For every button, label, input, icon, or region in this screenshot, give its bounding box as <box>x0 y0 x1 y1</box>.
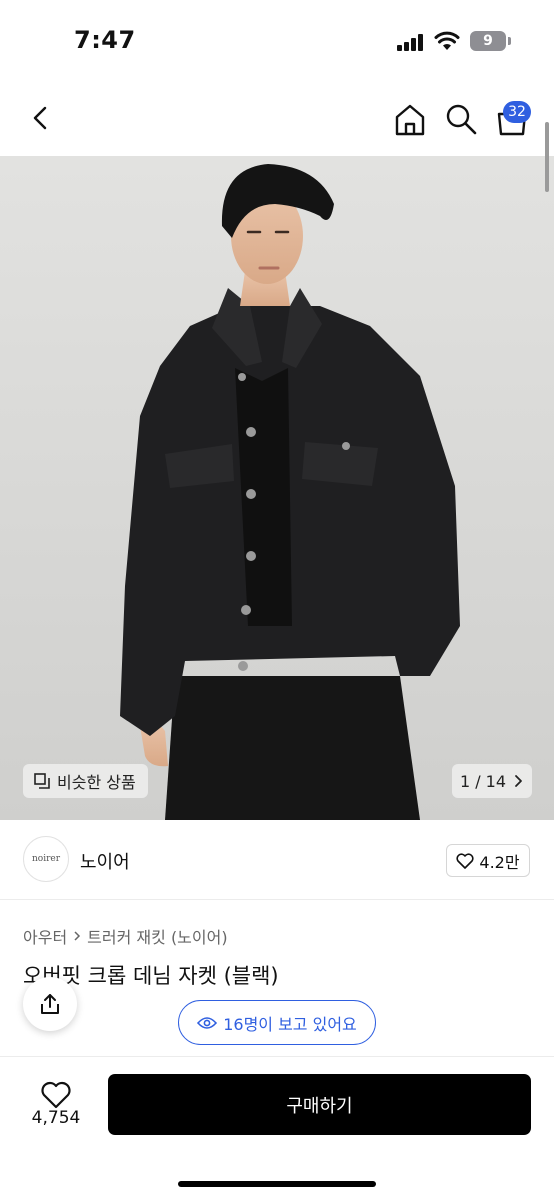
breadcrumb: 아우터 트러커 재킷 (노이어) <box>23 924 228 948</box>
viewers-indicator: 16명이 보고 있어요 <box>178 1000 376 1045</box>
battery-icon: 9 <box>470 31 506 51</box>
wifi-icon <box>434 31 460 50</box>
home-indicator <box>178 1181 376 1187</box>
status-bar: 7:47 9 <box>0 0 554 80</box>
copy-icon <box>34 773 50 789</box>
back-arrow-icon[interactable] <box>24 102 56 134</box>
top-navigation <box>0 80 554 156</box>
share-button[interactable] <box>23 977 77 1031</box>
search-icon[interactable] <box>444 102 478 136</box>
brand-name[interactable]: 노이어 <box>80 848 130 874</box>
breadcrumb-category[interactable]: 아우터 <box>23 924 67 948</box>
product-photo <box>0 156 554 820</box>
viewers-text: 16명이 보고 있어요 <box>223 1014 357 1034</box>
signal-icon <box>397 33 423 51</box>
eye-icon <box>197 1016 218 1029</box>
brand-like-count: 4.2만 <box>479 852 520 872</box>
breadcrumb-subcategory[interactable]: 트러커 재킷 (노이어) <box>87 924 227 948</box>
brand-like-button[interactable]: 4.2만 <box>446 844 530 877</box>
brand-row[interactable]: noirer 노이어 4.2만 <box>0 820 554 900</box>
status-time: 7:47 <box>74 26 136 54</box>
home-icon[interactable] <box>392 102 428 138</box>
share-icon <box>41 994 59 1014</box>
chevron-right-icon <box>515 775 522 787</box>
image-page-indicator[interactable]: 1 / 14 <box>452 764 532 798</box>
heart-icon <box>456 852 474 869</box>
wishlist-count: 4,754 <box>31 1108 81 1128</box>
page-indicator-text: 1 / 14 <box>459 771 507 791</box>
cart-count-badge: 32 <box>503 101 531 123</box>
product-image-carousel[interactable] <box>0 156 554 820</box>
scrollbar[interactable] <box>545 122 549 192</box>
battery-cap <box>508 37 511 45</box>
chevron-right-icon <box>74 931 81 941</box>
similar-products-button[interactable]: 비슷한 상품 <box>23 764 148 798</box>
buy-button[interactable]: 구매하기 <box>108 1074 531 1135</box>
similar-products-label: 비슷한 상품 <box>57 773 136 792</box>
brand-logo[interactable]: noirer <box>23 836 69 882</box>
